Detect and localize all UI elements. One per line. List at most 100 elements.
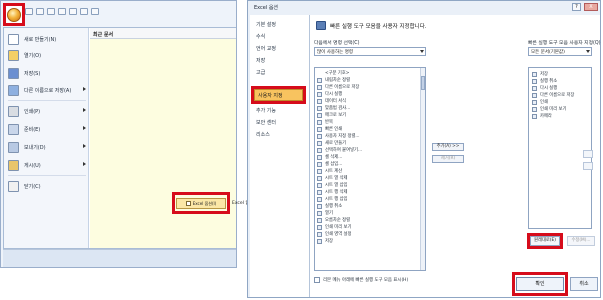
publish-icon (8, 159, 19, 171)
show-below-ribbon-checkbox[interactable] (314, 277, 320, 283)
menu-item-open[interactable]: 열기(O) (8, 48, 88, 62)
list-item-label: 매크로 보기 (325, 113, 347, 118)
print-preview-icon (317, 224, 322, 230)
list-item[interactable]: 저장 (532, 71, 548, 77)
list-item-label: 시트 행 삭제 (325, 190, 348, 195)
cancel-button[interactable]: 취소 (570, 277, 598, 291)
list-item[interactable]: 셀 삭제... (317, 154, 417, 160)
list-item[interactable]: <구분 기호> (325, 70, 349, 76)
menu-item-new[interactable]: 새로 만들기(N) (8, 32, 88, 46)
nav-item-addins[interactable]: 추가 기능 (256, 107, 276, 114)
list-item[interactable]: 인쇄 (532, 99, 548, 105)
list-item-label: 사용자 지정 정렬... (325, 134, 360, 139)
list-item[interactable]: 다른 이름으로 저장 (532, 92, 574, 98)
menu-item-publish[interactable]: 게시(U) (8, 158, 88, 172)
nav-item-advanced[interactable]: 고급 (256, 69, 265, 76)
list-item[interactable]: 사용자 지정 정렬... (317, 133, 417, 139)
open-folder-icon (317, 210, 322, 216)
remove-button[interactable]: 제거(R) (432, 155, 464, 163)
list-item[interactable]: 매크로 보기 (317, 112, 417, 118)
nav-item-trust-center[interactable]: 보안 센터 (256, 119, 276, 126)
add-button[interactable]: 추가(A) >> (432, 143, 464, 151)
redo-icon[interactable] (47, 7, 55, 15)
move-up-button[interactable] (583, 150, 593, 158)
menu-item-print[interactable]: 인쇄(P) (8, 104, 88, 118)
list-item[interactable]: 내림차순 정렬 (317, 77, 417, 83)
print-preview-icon[interactable] (80, 7, 88, 15)
list-item[interactable]: 새로 만들기 (317, 140, 417, 146)
commands-list[interactable]: <구분 기호> 내림차순 정렬 다른 이름으로 저장 다시 실행 데이터 서식 … (314, 67, 426, 271)
reset-button[interactable]: 원래대로(E) (530, 236, 560, 246)
list-item[interactable]: 인쇄 미리 보기 (317, 224, 417, 230)
list-item[interactable]: 저장 (317, 238, 417, 244)
nav-item-save[interactable]: 저장 (256, 57, 265, 64)
list-item[interactable]: 맞춤법 검사... (317, 105, 417, 111)
list-item[interactable]: 시트 행 삽입 (317, 196, 417, 202)
list-item[interactable]: 인쇄 미리 보기 (532, 106, 566, 112)
undo-icon (532, 78, 537, 84)
show-below-ribbon-option[interactable]: 리본 메뉴 아래에 빠른 실행 도구 모음 표시(H) (314, 277, 408, 283)
menu-item-send[interactable]: 보내기(D) (8, 140, 88, 154)
new-document-icon (8, 33, 19, 45)
nav-item-customize-label: 사용자 지정 (258, 93, 283, 99)
toolbar-icon (316, 21, 326, 30)
list-item[interactable]: 실행 취소 (317, 203, 417, 209)
menu-item-prepare[interactable]: 준비(E) (8, 122, 88, 136)
options-icon (185, 201, 191, 206)
print-icon[interactable] (69, 7, 77, 15)
menu-item-save[interactable]: 저장(S) (8, 66, 88, 80)
customize-qat-label: 빠른 실행 도구 모음 사용자 지정(Q) (528, 41, 601, 46)
undo-icon[interactable] (36, 7, 44, 15)
menu-item-close[interactable]: 닫기(C) (8, 179, 88, 193)
spelling-icon (317, 105, 322, 111)
repeat-icon (317, 119, 322, 125)
nav-item-formulas[interactable]: 수식 (256, 33, 265, 40)
list-item[interactable]: 반복 (317, 119, 417, 125)
list-item[interactable]: 다시 실행 (532, 85, 557, 91)
list-item[interactable]: 시트 계산 (317, 168, 417, 174)
ok-button[interactable]: 확인 (516, 277, 564, 291)
excel-options-button[interactable]: Excel 옵션(I) (176, 198, 226, 209)
list-item-label: 다른 이름으로 저장 (540, 93, 575, 98)
list-item[interactable]: 데이터 서식 (317, 98, 417, 104)
list-item[interactable]: 시트 행 삭제 (317, 189, 417, 195)
list-item[interactable]: 선택하여 붙여넣기... (317, 147, 417, 153)
save-icon[interactable] (25, 7, 33, 15)
modify-button[interactable]: 수정(M)... (567, 236, 595, 246)
customize-qat-select[interactable]: 모든 문서(기본값) (528, 47, 592, 56)
nav-item-resources[interactable]: 리소스 (256, 131, 270, 138)
list-item[interactable]: 열기 (317, 210, 417, 216)
list-item[interactable]: 시트 열 삽입 (317, 182, 417, 188)
print-icon (8, 105, 19, 117)
menu-divider (8, 175, 86, 176)
prepare-icon (8, 123, 19, 135)
save-as-icon[interactable] (58, 7, 66, 15)
list-item-label: 인쇄 (540, 100, 548, 105)
list-item[interactable]: 실행 취소 (532, 78, 557, 84)
list-item-label: 인쇄 영역 설정 (325, 232, 352, 237)
list-item[interactable]: 인쇄 영역 설정 (317, 231, 417, 237)
commands-scrollbar[interactable] (420, 68, 425, 270)
choose-commands-value: 많이 사용하는 명령 (317, 50, 353, 55)
list-item[interactable]: 빠른 인쇄 (317, 126, 417, 132)
nav-item-general[interactable]: 기본 설정 (256, 21, 276, 28)
office-button[interactable] (3, 3, 25, 26)
office-menu-commands: 새로 만들기(N) 열기(O) 저장(S) 다른 이름으로 저장(A) 인쇄(P… (4, 28, 89, 248)
qat-commands-list[interactable]: 저장 실행 취소 다시 실행 다른 이름으로 저장 인쇄 인쇄 미리 보기 카메… (528, 67, 592, 229)
choose-commands-select[interactable]: 많이 사용하는 명령 (314, 47, 426, 56)
move-down-button[interactable] (583, 162, 593, 170)
help-button[interactable]: ? (572, 3, 581, 11)
menu-divider (8, 100, 86, 101)
scrollbar-thumb[interactable] (421, 76, 425, 90)
menu-item-save-as[interactable]: 다른 이름으로 저장(A) (8, 83, 88, 97)
list-item[interactable]: 시트 열 삭제 (317, 175, 417, 181)
list-item[interactable]: 다른 이름으로 저장 (317, 84, 417, 90)
nav-item-proofing[interactable]: 언어 교정 (256, 45, 276, 52)
list-item-label: 데이터 서식 (325, 99, 347, 104)
close-button[interactable]: X (584, 3, 598, 11)
camera-icon[interactable] (91, 7, 99, 15)
list-item[interactable]: 오름차순 정렬 (317, 217, 417, 223)
list-item[interactable]: 셀 삽입... (317, 161, 417, 167)
list-item[interactable]: 다시 실행 (317, 91, 417, 97)
list-item[interactable]: 카메라 (532, 113, 552, 119)
